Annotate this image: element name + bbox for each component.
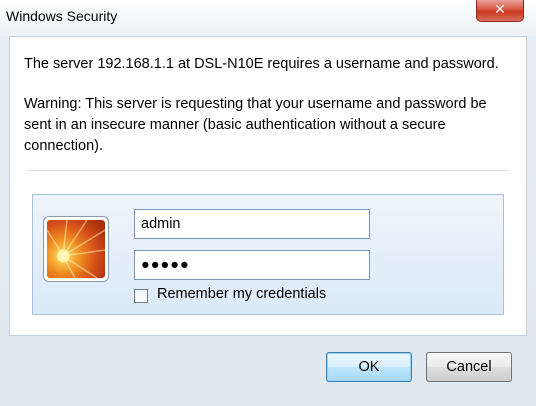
avatar xyxy=(43,216,109,282)
remember-credentials-label[interactable]: Remember my credentials xyxy=(157,286,326,302)
remember-credentials-checkbox[interactable] xyxy=(134,289,148,303)
insecure-warning: Warning: This server is requesting that … xyxy=(24,96,487,154)
user-avatar-flower-icon xyxy=(47,220,105,278)
cancel-button[interactable]: Cancel xyxy=(426,352,512,382)
close-icon: ✕ xyxy=(494,2,506,18)
close-button[interactable]: ✕ xyxy=(476,0,524,22)
windows-security-dialog: Windows Security ✕ The server 192.168.1.… xyxy=(0,0,536,406)
password-field[interactable]: ●●●●● xyxy=(134,250,370,280)
username-field[interactable] xyxy=(134,209,370,239)
window-title: Windows Security xyxy=(6,8,118,24)
divider xyxy=(28,170,508,171)
dialog-content: The server 192.168.1.1 at DSL-N10E requi… xyxy=(9,36,527,336)
ok-button[interactable]: OK xyxy=(326,352,412,382)
server-message: The server 192.168.1.1 at DSL-N10E requi… xyxy=(24,56,499,72)
title-bar[interactable]: Windows Security ✕ xyxy=(0,0,536,36)
credentials-panel: ●●●●● Remember my credentials xyxy=(32,194,504,315)
